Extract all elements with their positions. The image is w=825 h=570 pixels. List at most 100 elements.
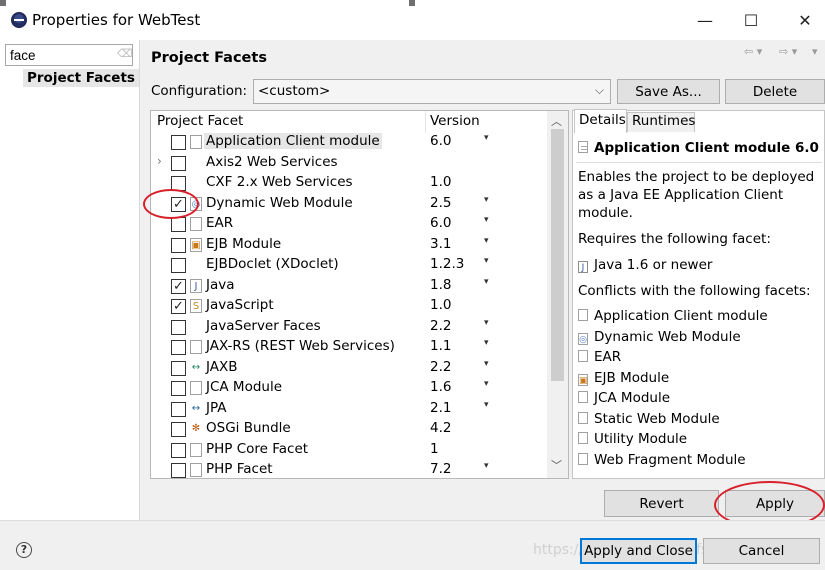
table-row[interactable]: ✓ ◎ Dynamic Web Module 2.5 ▾ [151,194,547,214]
resize-handle[interactable] [0,0,6,6]
delete-button[interactable]: Delete [725,79,825,104]
table-row[interactable]: JCA Module 1.6 ▾ [151,378,547,398]
facet-version[interactable]: 7.2 [430,461,451,477]
resize-handle[interactable] [409,0,415,6]
facet-version[interactable]: 2.5 [430,195,451,211]
facet-version[interactable]: 1 [430,441,439,457]
menu-icon[interactable]: ▾ [812,45,818,58]
table-scrollbar[interactable]: ︿ ﹀ [547,111,568,478]
version-dropdown-icon[interactable]: ▾ [484,215,489,225]
page-icon [578,141,588,153]
facet-version[interactable]: 2.2 [430,318,451,334]
version-dropdown-icon[interactable]: ▾ [484,379,489,389]
minimize-icon[interactable]: — [682,6,728,34]
facet-checkbox[interactable] [171,381,186,396]
clear-filter-icon[interactable]: ⌫ [117,47,133,60]
facet-name: EAR [206,215,234,231]
table-row[interactable]: EJBDoclet (XDoclet) 1.2.3 ▾ [151,255,547,275]
table-row[interactable]: PHP Core Facet 1 [151,440,547,460]
scroll-thumb[interactable] [551,129,564,381]
facet-checkbox[interactable] [171,360,186,376]
version-dropdown-icon[interactable]: ▾ [484,400,489,410]
facet-checkbox[interactable] [171,155,186,171]
requires-item-text: Java 1.6 or newer [594,257,713,273]
facet-checkbox[interactable] [171,340,186,355]
table-row[interactable]: EAR 6.0 ▾ [151,214,547,234]
conflict-name: Dynamic Web Module [594,329,741,345]
facet-version[interactable]: 1.6 [430,379,451,395]
version-dropdown-icon[interactable]: ▾ [484,133,489,143]
table-row[interactable]: PHP Facet 7.2 ▾ [151,460,547,478]
conflicts-label: Conflicts with the following facets: [578,283,811,299]
version-dropdown-icon[interactable]: ▾ [484,236,489,246]
version-dropdown-icon[interactable]: ▾ [484,195,489,205]
back-icon[interactable]: ⇦ ▾ [744,45,762,58]
configuration-select[interactable]: <custom> ⌵ [253,79,611,104]
tab-details[interactable]: Details [574,109,627,133]
facet-checkbox[interactable] [171,217,186,232]
version-dropdown-icon[interactable]: ▾ [484,277,489,287]
table-row[interactable]: JavaServer Faces 2.2 ▾ [151,317,547,337]
facet-version[interactable]: 1.0 [430,174,451,190]
facet-version[interactable]: 1.8 [430,277,451,293]
facet-checkbox[interactable] [171,401,186,417]
facet-version[interactable]: 3.1 [430,236,451,252]
scroll-down-icon[interactable]: ﹀ [551,457,562,473]
page-icon [190,340,202,354]
column-divider[interactable] [425,111,426,133]
forward-icon[interactable]: ⇨ ▾ [779,45,797,58]
column-header-version[interactable]: Version [430,113,480,129]
facet-name: PHP Facet [206,461,273,477]
facet-version[interactable]: 4.2 [430,420,451,436]
facet-version[interactable]: 1.2.3 [430,256,464,272]
save-as-button[interactable]: Save As... [617,79,720,104]
table-row[interactable]: JAX-RS (REST Web Services) 1.1 ▾ [151,337,547,357]
facet-checkbox[interactable] [171,135,186,150]
facet-checkbox[interactable]: ✓ [171,299,186,314]
window-title: Properties for WebTest [32,11,201,29]
table-row[interactable]: CXF 2.x Web Services 1.0 [151,173,547,193]
facet-name: JAX-RS (REST Web Services) [206,338,395,354]
version-dropdown-icon[interactable]: ▾ [484,338,489,348]
facet-version[interactable]: 2.1 [430,400,451,416]
scroll-up-icon[interactable]: ︿ [551,113,562,129]
apply-and-close-button[interactable]: Apply and Close [580,538,697,564]
version-dropdown-icon[interactable]: ▾ [484,461,489,471]
facet-version[interactable]: 2.2 [430,359,451,375]
cancel-button[interactable]: Cancel [703,538,820,564]
version-dropdown-icon[interactable]: ▾ [484,256,489,266]
facet-checkbox[interactable] [171,442,186,458]
facet-checkbox[interactable] [171,463,186,478]
facet-checkbox[interactable] [171,319,186,335]
table-row[interactable]: ▣ EJB Module 3.1 ▾ [151,235,547,255]
facet-checkbox[interactable] [171,237,186,253]
eclipse-app-icon [11,12,27,28]
facet-checkbox[interactable]: ✓ [171,278,186,294]
table-row[interactable]: ✓ J Java 1.8 ▾ [151,276,547,296]
facet-checkbox[interactable] [171,258,186,273]
filter-input[interactable] [5,44,133,66]
tree-item-project-facets[interactable]: Project Facets [23,69,139,87]
java-icon: J [190,278,202,293]
version-dropdown-icon[interactable]: ▾ [484,318,489,328]
facet-checkbox[interactable] [171,422,186,437]
close-icon[interactable]: ✕ [782,6,825,34]
facet-version[interactable]: 6.0 [430,133,451,149]
table-row[interactable]: ↔ JPA 2.1 ▾ [151,399,547,419]
help-icon[interactable]: ? [16,542,32,558]
tab-runtimes[interactable]: Runtimes [627,112,695,132]
version-dropdown-icon[interactable]: ▾ [484,359,489,369]
table-row[interactable]: ✓ S JavaScript 1.0 [151,296,547,316]
expand-icon[interactable]: › [157,154,162,168]
column-header-project-facet[interactable]: Project Facet [157,113,243,129]
facet-version[interactable]: 1.1 [430,338,451,354]
facet-version[interactable]: 6.0 [430,215,451,231]
revert-button[interactable]: Revert [604,490,719,517]
facet-version[interactable]: 1.0 [430,297,451,313]
table-row[interactable]: Application Client module 6.0 ▾ [151,132,547,152]
annotation-ellipse [143,189,199,219]
maximize-icon[interactable]: ☐ [728,6,774,34]
table-row[interactable]: › Axis2 Web Services [151,153,547,173]
table-row[interactable]: ✻ OSGi Bundle 4.2 [151,419,547,439]
table-row[interactable]: ↔ JAXB 2.2 ▾ [151,358,547,378]
